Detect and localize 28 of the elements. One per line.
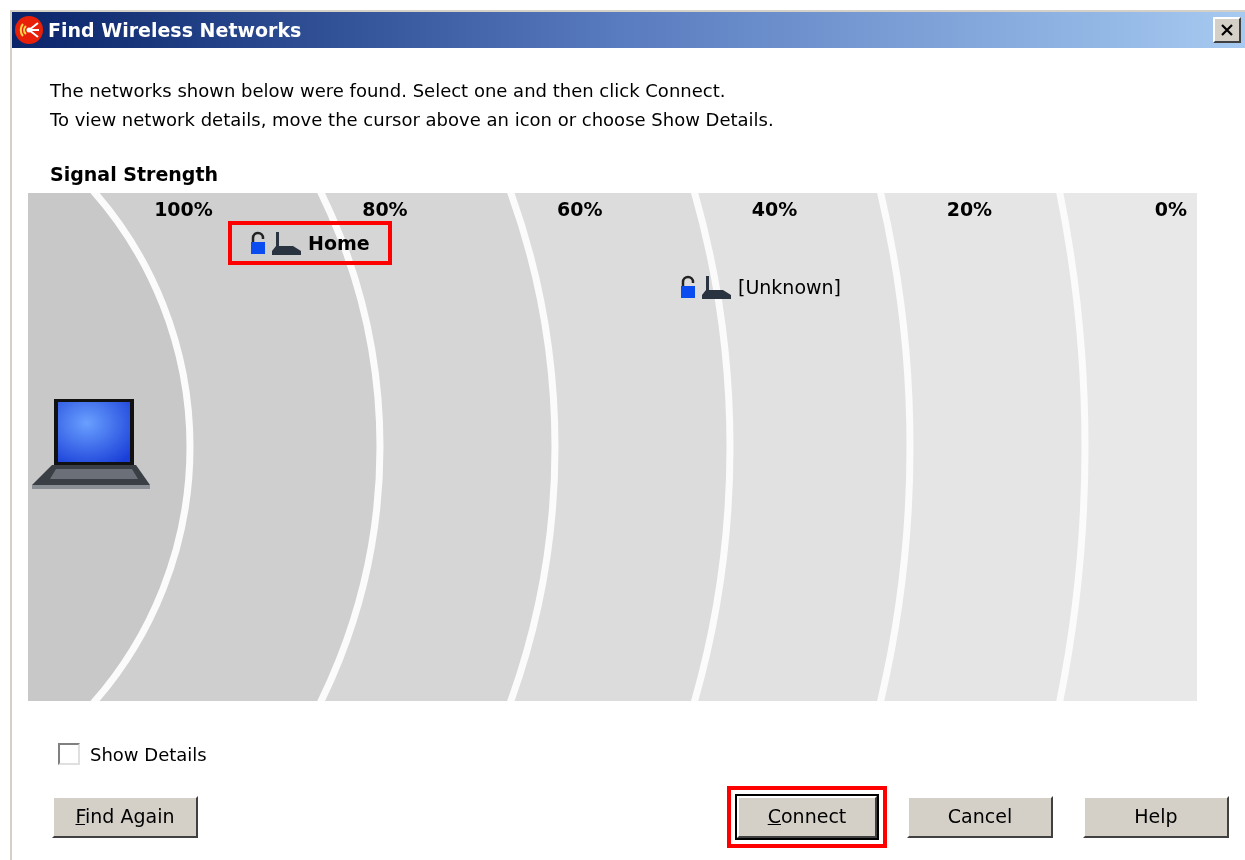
instruction-text: To view network details, move the cursor above an icon or choose Show Details. (50, 108, 775, 132)
dialog-button[interactable]: Find Again (52, 795, 198, 838)
signal-percent-label: 80% (362, 197, 408, 220)
signal-percent-label: 60% (557, 197, 603, 220)
signal-percent-label: 20% (946, 197, 993, 220)
section-heading: Signal Strength (50, 163, 219, 185)
network-name: [Unknown] (738, 274, 842, 300)
show-details-label: Show Details (90, 742, 207, 767)
dialog-button[interactable]: Connect (737, 795, 877, 838)
router-icon (270, 229, 304, 256)
dialog-button[interactable]: Help (1083, 795, 1229, 838)
show-details-checkbox[interactable] (58, 743, 80, 765)
network-name: Home (308, 230, 370, 256)
close-button[interactable] (1213, 17, 1241, 43)
window-title: Find Wireless Networks (48, 17, 302, 43)
laptop-icon (30, 396, 152, 492)
wireless-signal-icon (14, 15, 44, 45)
padlock-icon (680, 273, 696, 300)
signal-percent-label: 100% (154, 197, 213, 220)
close-icon (1221, 24, 1233, 36)
signal-percent-label: 40% (751, 197, 798, 220)
network-item[interactable]: [Unknown] (658, 264, 864, 309)
instruction-text: The networks shown below were found. Select one and then click Connect. (50, 79, 727, 103)
router-icon (700, 273, 734, 300)
dialog-button[interactable]: Cancel (907, 795, 1053, 838)
padlock-icon (250, 229, 266, 256)
network-item[interactable]: Home (228, 220, 392, 265)
signal-percent-label: 0% (1154, 197, 1187, 220)
